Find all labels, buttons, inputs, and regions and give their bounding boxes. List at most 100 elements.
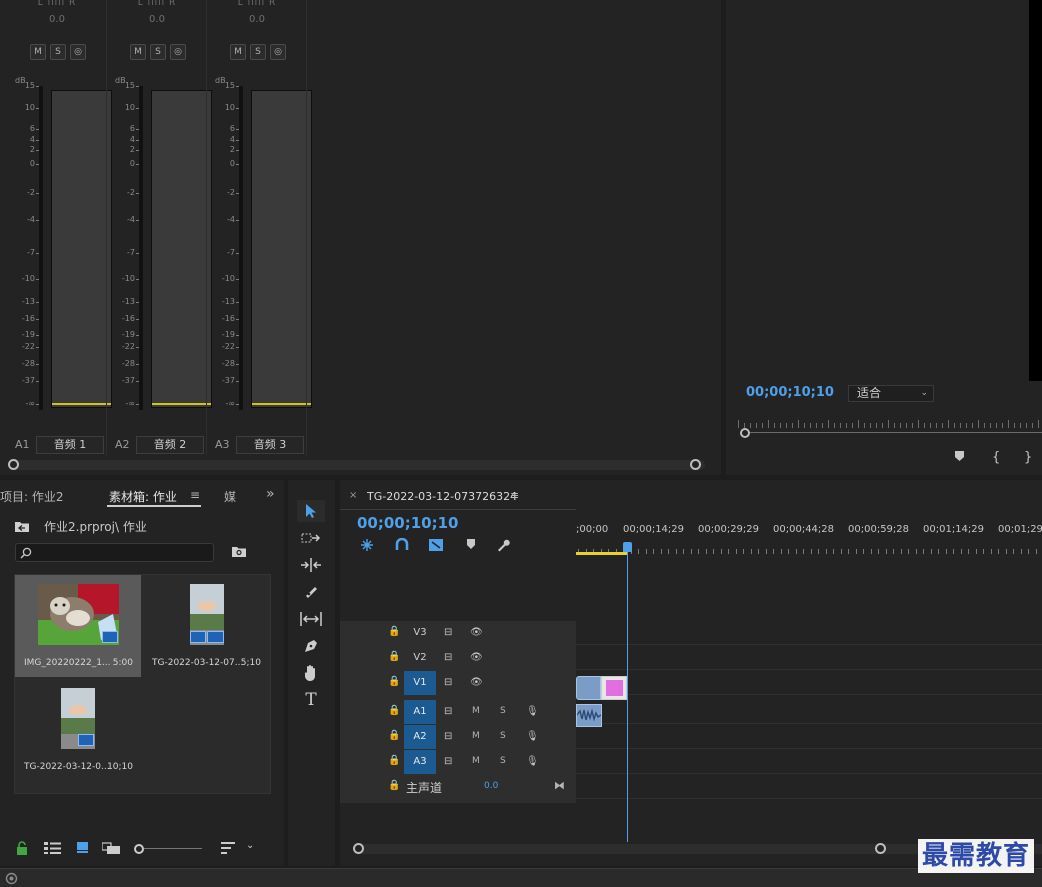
lock-icon[interactable]: 🔒	[388, 730, 400, 741]
icon-view-icon[interactable]	[76, 841, 89, 854]
tab-sequence[interactable]: TG-2022-03-12-073726324	[367, 490, 517, 503]
clip-item[interactable]: IMG_20220222_1... 5:00	[15, 575, 141, 677]
track-name[interactable]: A3	[404, 750, 436, 774]
selection-tool-icon[interactable]	[297, 500, 325, 522]
freeform-view-icon[interactable]	[102, 841, 121, 854]
close-icon[interactable]: ×	[349, 490, 357, 501]
mute-track-button[interactable]: M	[472, 756, 480, 766]
track-name[interactable]: V2	[404, 646, 436, 670]
wrench-icon[interactable]	[496, 538, 510, 552]
mute-button[interactable]: M	[230, 44, 246, 60]
find-folder-icon[interactable]	[231, 545, 247, 561]
channel-name[interactable]: 音频 1	[36, 436, 104, 454]
track-lane[interactable]	[576, 750, 1042, 774]
panel-overflow-icon[interactable]: »	[266, 486, 275, 502]
mute-button[interactable]: M	[30, 44, 46, 60]
solo-button[interactable]: S	[150, 44, 166, 60]
scrollbar-right-handle[interactable]	[875, 843, 886, 854]
solo-track-button[interactable]: S	[500, 706, 506, 716]
timeline-ruler[interactable]: ;00;00 00;00;14;29 00;00;29;29 00;00;44;28 0…	[576, 524, 1042, 556]
sync-lock-icon[interactable]: ⊟	[444, 731, 452, 742]
fit-dropdown[interactable]: 适合 ⌄	[848, 385, 934, 402]
solo-button[interactable]: S	[250, 44, 266, 60]
out-point-icon[interactable]: }	[1024, 450, 1032, 465]
record-button[interactable]: ◎	[170, 44, 186, 60]
lock-icon[interactable]: 🔒	[388, 651, 400, 662]
hand-tool-icon[interactable]	[297, 662, 325, 684]
search-input[interactable]	[34, 545, 210, 560]
nest-icon[interactable]	[360, 538, 374, 552]
lock-icon[interactable]: 🔒	[388, 755, 400, 766]
microphone-icon[interactable]: 🎙	[526, 731, 539, 742]
scrollbar-left-handle[interactable]	[8, 459, 19, 470]
volume-fader[interactable]	[139, 86, 143, 410]
progress-icon[interactable]	[5, 872, 18, 885]
mixer-scrollbar[interactable]	[8, 460, 705, 470]
list-view-icon[interactable]	[44, 842, 61, 854]
eye-icon[interactable]: 👁	[470, 652, 483, 663]
program-playhead[interactable]	[740, 428, 750, 438]
lock-icon[interactable]: 🔒	[388, 626, 400, 637]
sync-lock-icon[interactable]: ⊟	[444, 706, 452, 717]
microphone-icon[interactable]: 🎙	[526, 756, 539, 767]
track-name[interactable]: A1	[404, 700, 436, 724]
slip-tool-icon[interactable]	[297, 608, 325, 630]
sync-lock-icon[interactable]: ⊟	[444, 677, 452, 688]
chevron-down-icon[interactable]: ⌄	[246, 840, 254, 851]
ripple-edit-tool-icon[interactable]	[297, 554, 325, 576]
track-name[interactable]: V3	[404, 621, 436, 645]
volume-fader[interactable]	[39, 86, 43, 410]
linked-selection-icon[interactable]	[428, 538, 444, 552]
pan-value[interactable]: 0.0	[207, 14, 307, 25]
sequence-menu-icon[interactable]: ≡	[510, 489, 519, 502]
marker-icon[interactable]	[954, 450, 965, 466]
solo-track-button[interactable]: S	[500, 731, 506, 741]
tab-bin-menu[interactable]: ≡	[190, 488, 200, 502]
microphone-icon[interactable]: 🎙	[526, 706, 539, 717]
work-area-bar[interactable]	[576, 552, 628, 555]
solo-track-button[interactable]: S	[500, 756, 506, 766]
tab-project[interactable]: 项目: 作业2	[0, 488, 64, 505]
channel-name[interactable]: 音频 2	[136, 436, 204, 454]
zoom-slider-handle[interactable]	[134, 844, 144, 854]
scrollbar-right-handle[interactable]	[690, 459, 701, 470]
track-lane[interactable]	[576, 725, 1042, 749]
solo-button[interactable]: S	[50, 44, 66, 60]
sync-lock-icon[interactable]: ⊟	[444, 627, 452, 638]
track-name[interactable]: A2	[404, 725, 436, 749]
track-name[interactable]: V1	[404, 671, 436, 695]
project-search[interactable]	[15, 543, 214, 562]
track-lane[interactable]	[576, 775, 1042, 799]
zoom-slider[interactable]	[144, 848, 202, 849]
sequence-timecode[interactable]: 00;00;10;10	[357, 514, 459, 532]
snap-icon[interactable]	[395, 538, 409, 552]
folder-up-icon[interactable]	[14, 520, 30, 536]
program-scrub-bar[interactable]	[740, 432, 1042, 433]
pen-tool-icon[interactable]	[297, 635, 325, 657]
track-lane[interactable]	[576, 646, 1042, 670]
razor-tool-icon[interactable]	[297, 581, 325, 603]
eye-icon[interactable]: 👁	[470, 627, 483, 638]
tab-bin[interactable]: 素材箱: 作业	[109, 488, 177, 505]
video-clip[interactable]	[576, 676, 601, 700]
lock-icon[interactable]: 🔒	[388, 676, 400, 687]
clip-item[interactable]: TG-2022-03-12-07... 5;10	[143, 575, 269, 677]
scrollbar-left-handle[interactable]	[353, 843, 364, 854]
add-marker-icon[interactable]	[466, 538, 476, 550]
channel-name[interactable]: 音频 3	[236, 436, 304, 454]
lock-icon[interactable]	[16, 841, 28, 855]
record-button[interactable]: ◎	[270, 44, 286, 60]
master-volume[interactable]: 0.0	[484, 781, 498, 791]
in-point-icon[interactable]: {	[992, 450, 1000, 465]
mute-button[interactable]: M	[130, 44, 146, 60]
sync-lock-icon[interactable]: ⊟	[444, 756, 452, 767]
pan-value[interactable]: 0.0	[107, 14, 207, 25]
program-time-ruler[interactable]	[738, 418, 1042, 428]
mute-track-button[interactable]: M	[472, 731, 480, 741]
sync-lock-icon[interactable]: ⊟	[444, 652, 452, 663]
track-lane[interactable]	[576, 700, 1042, 724]
track-select-tool-icon[interactable]	[297, 527, 325, 549]
type-tool-icon[interactable]: T	[297, 689, 325, 711]
go-to-next-icon[interactable]: ⧓	[554, 779, 565, 792]
sort-icon[interactable]	[221, 842, 235, 854]
